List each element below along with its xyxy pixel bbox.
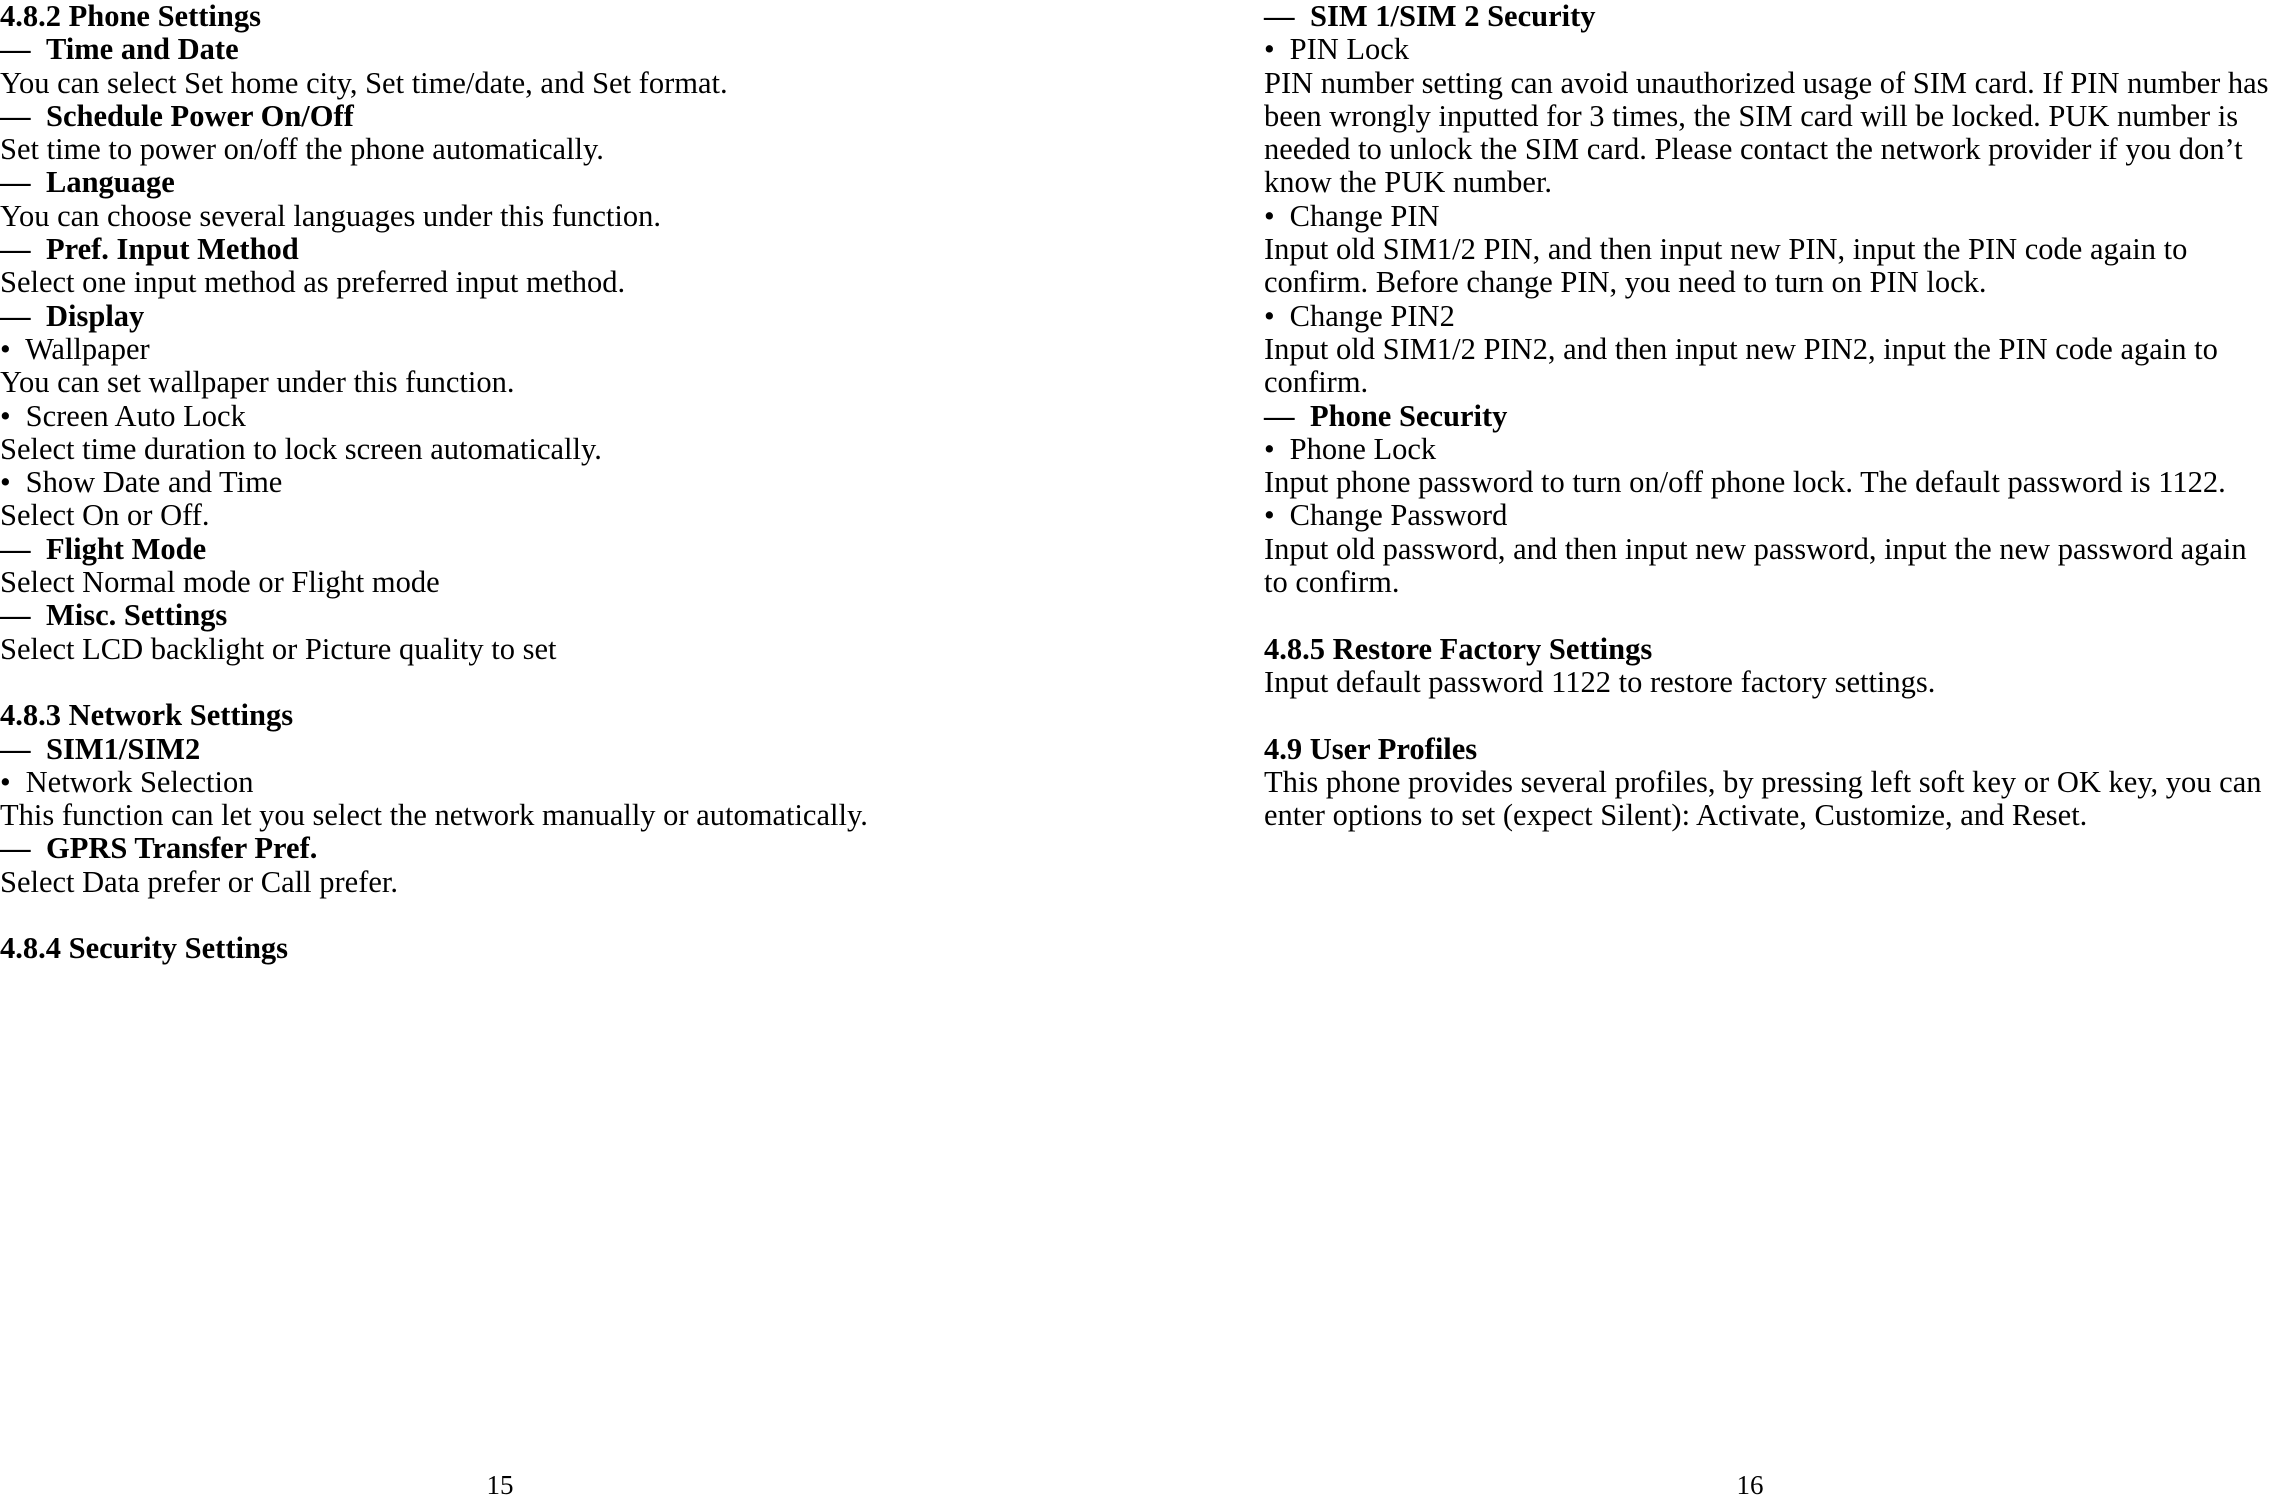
sub-heading-label: Time and Date <box>46 32 239 67</box>
sub-heading-label: Display <box>46 298 145 333</box>
bullet-item: • Change PIN2 <box>1264 298 2277 333</box>
bullet-dot-icon: • <box>1264 298 1275 333</box>
bullet-dot-icon: • <box>0 331 11 366</box>
bullet-item: • Screen Auto Lock <box>0 398 1250 433</box>
dash-marker-icon: — <box>0 298 31 333</box>
page-number-right: 16 <box>1736 1470 1764 1500</box>
section-heading: 4.8.5 Restore Factory Settings <box>1264 631 1653 666</box>
dash-marker-icon: — <box>0 98 31 133</box>
bullet-item-label: Network Selection <box>18 764 254 799</box>
bullet-dot-icon: • <box>1264 32 1275 67</box>
body-paragraph: You can set wallpaper under this functio… <box>0 365 515 400</box>
page-number-left: 15 <box>486 1470 514 1500</box>
sub-heading-label: GPRS Transfer Pref. <box>46 831 318 866</box>
left-column-content: 4.8.2 Phone Settings — Time and Date You ca… <box>0 0 1250 966</box>
body-paragraph: Set time to power on/off the phone autom… <box>0 132 604 167</box>
right-column-content: — SIM 1/SIM 2 Security • PIN Lock PIN numbe… <box>1264 0 2277 832</box>
bullet-dot-icon: • <box>0 465 11 500</box>
sub-heading-label: Misc. Settings <box>46 598 228 633</box>
sub-heading: — SIM 1/SIM 2 Security <box>1264 0 2277 33</box>
bullet-item: • Change Password <box>1264 498 2277 533</box>
body-paragraph: This phone provides several profiles, by… <box>1264 764 2262 833</box>
bullet-item: • Change PIN <box>1264 198 2277 233</box>
dash-marker-icon: — <box>0 598 31 633</box>
section-heading: 4.8.2 Phone Settings <box>0 0 261 33</box>
bullet-item-label: Screen Auto Lock <box>18 398 246 433</box>
bullet-item-label: Change PIN <box>1282 198 1440 233</box>
bullet-dot-icon: • <box>1264 198 1275 233</box>
page-right: — SIM 1/SIM 2 Security • PIN Lock PIN numbe… <box>1250 0 2277 1506</box>
body-paragraph: Input old password, and then input new p… <box>1264 531 2247 600</box>
sub-heading-label: Pref. Input Method <box>46 232 299 267</box>
section-heading: 4.8.4 Security Settings <box>0 931 289 966</box>
dash-marker-icon: — <box>0 165 31 200</box>
dash-marker-icon: — <box>1264 398 1295 433</box>
manual-page-spread: 4.8.2 Phone Settings — Time and Date You ca… <box>0 0 2277 1506</box>
bullet-dot-icon: • <box>0 398 11 433</box>
section-heading: 4.9 User Profiles <box>1264 731 1478 766</box>
dash-marker-icon: — <box>0 731 31 766</box>
bullet-dot-icon: • <box>0 764 11 799</box>
sub-heading-label: Language <box>46 165 175 200</box>
bullet-item: • Network Selection <box>0 764 1250 799</box>
bullet-item: • PIN Lock <box>1264 32 2277 67</box>
sub-heading-label: Phone Security <box>1310 398 1508 433</box>
bullet-item-label: PIN Lock <box>1282 32 1410 67</box>
body-paragraph: Input old SIM1/2 PIN, and then input new… <box>1264 232 2188 300</box>
sub-heading: — Flight Mode <box>0 531 1250 566</box>
body-paragraph: Select Data prefer or Call prefer. <box>0 864 398 899</box>
sub-heading: — Misc. Settings <box>0 598 1250 633</box>
body-paragraph: Input phone password to turn on/off phon… <box>1264 465 2226 500</box>
sub-heading: — Phone Security <box>1264 398 2277 433</box>
dash-marker-icon: — <box>0 831 31 866</box>
bullet-dot-icon: • <box>1264 431 1275 466</box>
bullet-item: • Wallpaper <box>0 331 1250 366</box>
body-paragraph: Select time duration to lock screen auto… <box>0 431 602 466</box>
body-paragraph: Select Normal mode or Flight mode <box>0 565 440 600</box>
body-paragraph: PIN number setting can avoid unauthorize… <box>1264 65 2269 200</box>
page-left: 4.8.2 Phone Settings — Time and Date You ca… <box>0 0 1250 1506</box>
body-paragraph: This function can let you select the net… <box>0 798 868 833</box>
section-heading: 4.8.3 Network Settings <box>0 698 294 733</box>
sub-heading: — Display <box>0 298 1250 333</box>
dash-marker-icon: — <box>0 531 31 566</box>
bullet-item: • Phone Lock <box>1264 431 2277 466</box>
body-paragraph: Input old SIM1/2 PIN2, and then input ne… <box>1264 331 2218 400</box>
sub-heading-label: SIM 1/SIM 2 Security <box>1310 0 1596 33</box>
bullet-item-label: Wallpaper <box>18 331 150 366</box>
bullet-item-label: Change PIN2 <box>1282 298 1455 333</box>
body-paragraph: Select one input method as preferred inp… <box>0 265 626 300</box>
dash-marker-icon: — <box>0 32 31 67</box>
sub-heading: — GPRS Transfer Pref. <box>0 831 1250 866</box>
body-paragraph: You can select Set home city, Set time/d… <box>0 65 728 100</box>
body-paragraph: Select LCD backlight or Picture quality … <box>0 631 557 666</box>
bullet-item-label: Show Date and Time <box>18 465 283 500</box>
bullet-dot-icon: • <box>1264 498 1275 533</box>
sub-heading-label: Schedule Power On/Off <box>46 98 354 133</box>
bullet-item-label: Phone Lock <box>1282 431 1437 466</box>
dash-marker-icon: — <box>1264 0 1295 33</box>
sub-heading-label: SIM1/SIM2 <box>46 731 201 766</box>
sub-heading: — Schedule Power On/Off <box>0 98 1250 133</box>
body-paragraph: Select On or Off. <box>0 498 210 533</box>
sub-heading: — Language <box>0 165 1250 200</box>
sub-heading: — SIM1/SIM2 <box>0 731 1250 766</box>
body-paragraph: You can choose several languages under t… <box>0 198 661 233</box>
sub-heading: — Pref. Input Method <box>0 232 1250 267</box>
bullet-item: • Show Date and Time <box>0 465 1250 500</box>
dash-marker-icon: — <box>0 232 31 267</box>
sub-heading: — Time and Date <box>0 32 1250 67</box>
sub-heading-label: Flight Mode <box>46 531 207 566</box>
bullet-item-label: Change Password <box>1282 498 1508 533</box>
body-paragraph: Input default password 1122 to restore f… <box>1264 664 1936 699</box>
